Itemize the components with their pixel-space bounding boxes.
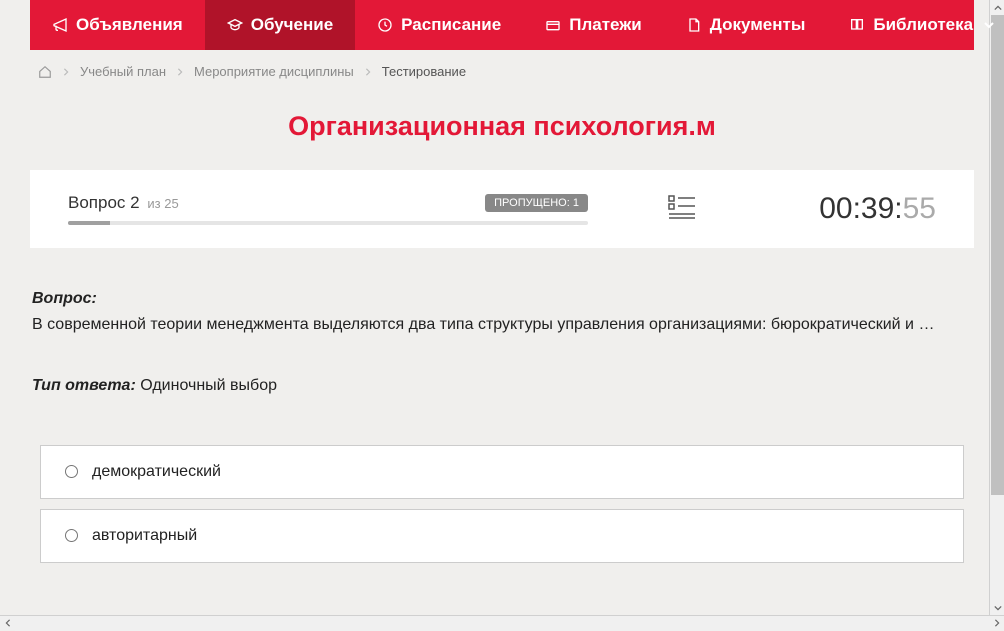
nav-announcements[interactable]: Объявления xyxy=(30,0,205,50)
horizontal-scrollbar[interactable] xyxy=(0,615,1004,630)
nav-learning[interactable]: Обучение xyxy=(205,0,355,50)
question-prefix: Вопрос xyxy=(68,193,125,212)
question-text: В современной теории менеджмента выделяю… xyxy=(32,316,934,333)
breadcrumb-link[interactable]: Мероприятие дисциплины xyxy=(194,64,354,79)
list-icon xyxy=(668,195,696,219)
status-bar: Вопрос 2 из 25 ПРОПУЩЕНО: 1 xyxy=(30,170,974,248)
nav-item-label: Документы xyxy=(710,15,806,35)
progress-section: Вопрос 2 из 25 ПРОПУЩЕНО: 1 xyxy=(68,193,588,225)
graduation-icon xyxy=(227,17,243,33)
timer: 00:39:55 xyxy=(819,192,936,226)
option-radio[interactable] xyxy=(65,465,78,478)
option-radio[interactable] xyxy=(65,529,78,542)
option-row[interactable]: демократический xyxy=(40,445,964,499)
document-icon xyxy=(686,17,702,33)
scroll-left-arrow[interactable] xyxy=(0,616,15,631)
question-number: 2 xyxy=(130,193,139,212)
nav-payments[interactable]: Платежи xyxy=(523,0,664,50)
breadcrumb-link[interactable]: Учебный план xyxy=(80,64,166,79)
question-label: Вопрос: xyxy=(32,290,97,307)
timer-seconds: 55 xyxy=(903,192,936,225)
nav-item-label: Объявления xyxy=(76,15,183,35)
nav-documents[interactable]: Документы xyxy=(664,0,828,50)
option-row[interactable]: авторитарный xyxy=(40,509,964,563)
page-title: Организационная психология.м xyxy=(30,111,974,142)
chevron-right-icon xyxy=(364,68,372,76)
options-container: демократический авторитарный xyxy=(32,445,972,593)
chevron-down-icon xyxy=(983,19,995,31)
breadcrumb: Учебный план Мероприятие дисциплины Тест… xyxy=(30,50,974,93)
chevron-right-icon xyxy=(176,68,184,76)
nav-library[interactable]: Библиотека xyxy=(827,0,1004,50)
timer-main: 00:39: xyxy=(819,192,902,225)
answer-type-value: Одиночный выбор xyxy=(140,377,277,394)
question-area: Вопрос: В современной теории менеджмента… xyxy=(30,286,974,593)
megaphone-icon xyxy=(52,17,68,33)
question-list-button[interactable] xyxy=(668,195,696,224)
nav-item-label: Библиотека xyxy=(873,15,973,35)
home-icon[interactable] xyxy=(38,65,52,79)
nav-item-label: Расписание xyxy=(401,15,501,35)
book-icon xyxy=(849,17,865,33)
chevron-right-icon xyxy=(62,68,70,76)
skipped-count: 1 xyxy=(573,197,579,209)
breadcrumb-current: Тестирование xyxy=(382,64,466,79)
skipped-badge: ПРОПУЩЕНО: 1 xyxy=(485,194,588,212)
scroll-right-arrow[interactable] xyxy=(989,616,1004,631)
nav-item-label: Обучение xyxy=(251,15,333,35)
progress-fill xyxy=(68,221,110,225)
answer-type-label: Тип ответа: xyxy=(32,377,136,394)
nav-item-label: Платежи xyxy=(569,15,642,35)
question-block: Вопрос: В современной теории менеджмента… xyxy=(32,286,972,339)
question-total-num: 25 xyxy=(164,196,178,211)
nav-schedule[interactable]: Расписание xyxy=(355,0,523,50)
question-total: из 25 xyxy=(147,196,178,211)
progress-bar xyxy=(68,221,588,225)
skipped-label: ПРОПУЩЕНО: xyxy=(494,197,570,209)
scroll-track[interactable] xyxy=(15,616,989,631)
clock-icon xyxy=(377,17,393,33)
payment-icon xyxy=(545,17,561,33)
answer-type: Тип ответа: Одиночный выбор xyxy=(32,377,972,395)
question-counter: Вопрос 2 из 25 xyxy=(68,193,179,213)
question-of-word: из xyxy=(147,196,160,211)
option-text: авторитарный xyxy=(92,527,197,545)
option-text: демократический xyxy=(92,463,221,481)
main-navbar: Объявления Обучение Расписание Платежи xyxy=(30,0,974,50)
